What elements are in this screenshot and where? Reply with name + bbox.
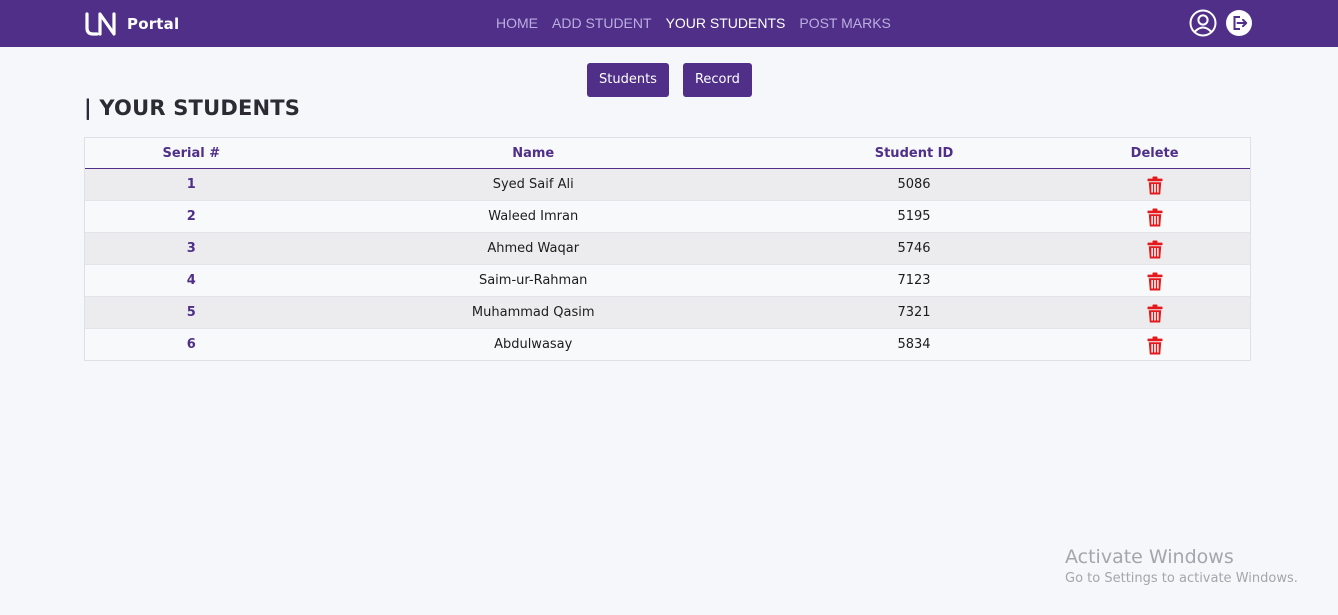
- column-header-serial: Serial #: [85, 138, 298, 169]
- student-id-cell: 5195: [768, 199, 1060, 232]
- logout-icon[interactable]: [1225, 9, 1253, 37]
- windows-activation-watermark: Activate Windows Go to Settings to activ…: [1065, 545, 1298, 589]
- nav-post-marks-link[interactable]: POST MARKS: [799, 14, 891, 32]
- table-row: 4 Saim-ur-Rahman 7123: [85, 263, 1250, 296]
- name-cell: Abdulwasay: [297, 327, 769, 360]
- table-row: 5 Muhammad Qasim 7321: [85, 295, 1250, 328]
- serial-cell: 3: [85, 231, 298, 264]
- delete-cell: [1059, 168, 1250, 200]
- trash-icon[interactable]: [1147, 336, 1163, 355]
- logo-mark-icon: [85, 12, 116, 36]
- top-navbar: Portal HOME ADD STUDENT YOUR STUDENTS PO…: [0, 0, 1338, 47]
- student-id-cell: 5086: [897, 176, 931, 192]
- serial-cell: 6: [85, 327, 298, 360]
- table-row: 6 Abdulwasay 5834: [85, 327, 1250, 360]
- watermark-title: Activate Windows: [1065, 546, 1234, 568]
- delete-cell: [1059, 327, 1250, 360]
- student-id-cell: 5746: [768, 231, 1060, 264]
- student-id-cell: 7321: [768, 295, 1060, 328]
- name-cell: Waleed Imran: [297, 199, 769, 232]
- record-button[interactable]: Record: [682, 63, 752, 97]
- nav-add-student-link[interactable]: ADD STUDENT: [552, 14, 652, 32]
- table-row: 3 Ahmed Waqar 5746: [85, 231, 1250, 264]
- student-id-cell: 5834: [768, 327, 1060, 360]
- watermark-subtitle: Go to Settings to activate Windows.: [1065, 571, 1298, 586]
- trash-icon[interactable]: [1147, 240, 1163, 259]
- serial-cell: 2: [85, 199, 298, 232]
- name-cell: Syed Saif Ali: [492, 176, 574, 192]
- serial-cell: 4: [85, 263, 298, 296]
- column-header-student-id: Student ID: [768, 138, 1060, 169]
- name-cell: Ahmed Waqar: [297, 231, 769, 264]
- delete-cell: [1059, 263, 1250, 296]
- nav-icon-group: [1189, 9, 1253, 37]
- trash-icon[interactable]: [1147, 176, 1163, 195]
- page-title: | YOUR STUDENTS: [84, 96, 301, 120]
- students-table-container: Serial # Name Student ID Delete 1 Syed S…: [84, 137, 1251, 361]
- nav-your-students-link[interactable]: YOUR STUDENTS: [666, 14, 786, 32]
- view-toggle-buttons: Students Record: [587, 63, 752, 97]
- user-profile-icon[interactable]: [1189, 9, 1217, 37]
- delete-cell: [1059, 295, 1250, 328]
- students-table: Serial # Name Student ID Delete 1 Syed S…: [85, 138, 1250, 360]
- name-cell: Muhammad Qasim: [297, 295, 769, 328]
- table-row: 1 Syed Saif Ali 5086: [85, 168, 1250, 200]
- trash-icon[interactable]: [1147, 272, 1163, 291]
- main-nav: HOME ADD STUDENT YOUR STUDENTS POST MARK…: [496, 14, 905, 32]
- table-row: 2 Waleed Imran 5195: [85, 199, 1250, 232]
- delete-cell: [1059, 199, 1250, 232]
- column-header-delete: Delete: [1059, 138, 1250, 169]
- serial-cell: 5: [85, 295, 298, 328]
- student-id-cell: 7123: [768, 263, 1060, 296]
- serial-cell: 1: [186, 176, 196, 192]
- trash-icon[interactable]: [1147, 208, 1163, 227]
- students-button[interactable]: Students: [587, 63, 669, 97]
- column-header-name: Name: [297, 138, 769, 169]
- table-header-row: Serial # Name Student ID Delete: [85, 138, 1250, 169]
- nav-home-link[interactable]: HOME: [496, 14, 538, 32]
- logo[interactable]: Portal: [84, 12, 179, 36]
- logo-text: Portal: [127, 15, 180, 33]
- name-cell: Saim-ur-Rahman: [297, 263, 769, 296]
- trash-icon[interactable]: [1147, 304, 1163, 323]
- delete-cell: [1059, 231, 1250, 264]
